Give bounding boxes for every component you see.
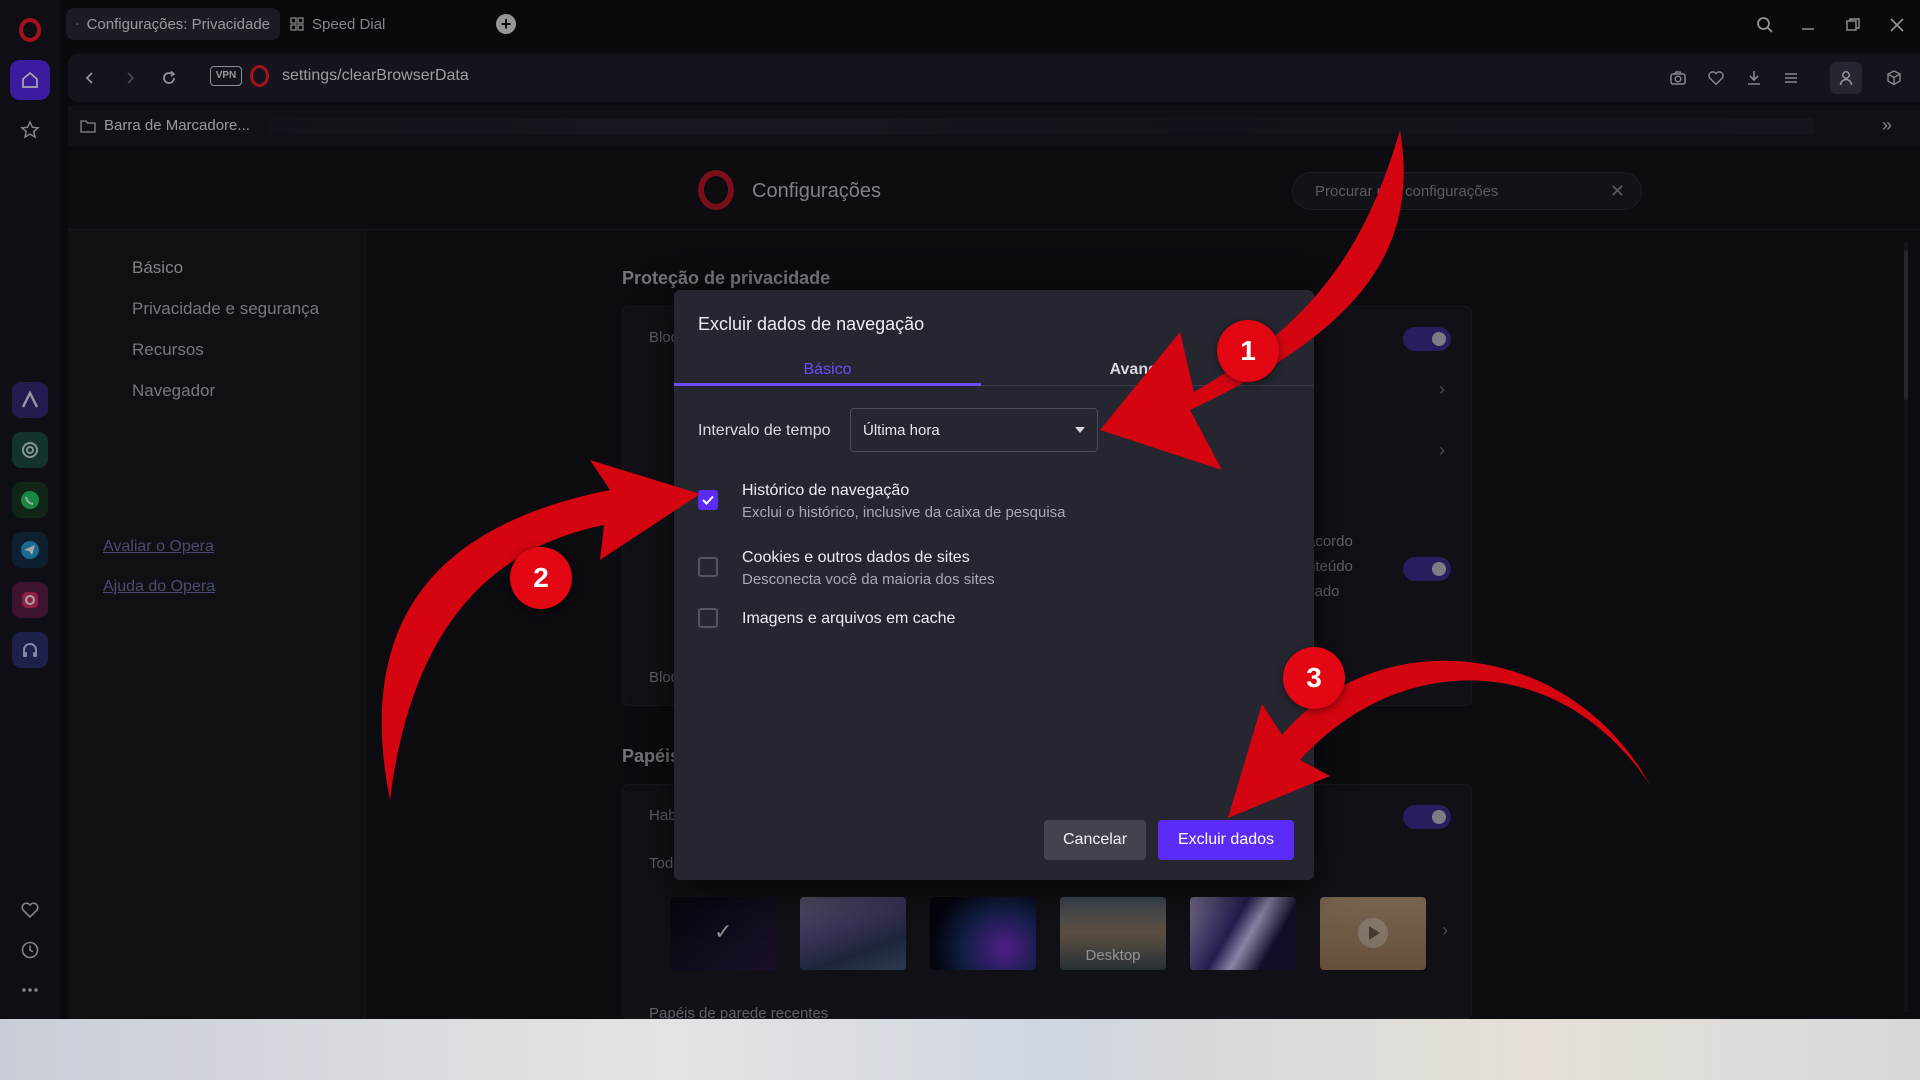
cancel-button[interactable]: Cancelar (1044, 820, 1146, 860)
tab-basic[interactable]: Básico (674, 350, 981, 386)
cookies-option-title: Cookies e outros dados de sites (742, 549, 970, 566)
history-option-title: Histórico de navegação (742, 482, 910, 499)
time-range-value: Última hora (863, 422, 940, 439)
desktop-background-strip (0, 1019, 1920, 1080)
cookies-checkbox[interactable] (698, 557, 718, 577)
history-checkbox[interactable] (698, 490, 718, 510)
clear-browsing-data-dialog: Excluir dados de navegação Básico Avança… (674, 290, 1314, 880)
cookies-option-subtitle: Desconecta você da maioria dos sites (742, 571, 995, 588)
time-range-label: Intervalo de tempo (698, 422, 831, 439)
history-option-subtitle: Exclui o histórico, inclusive da caixa d… (742, 504, 1066, 521)
annotation-badge-1: 1 (1217, 320, 1279, 382)
dialog-title: Excluir dados de navegação (698, 314, 925, 334)
cache-checkbox[interactable] (698, 608, 718, 628)
annotation-badge-2: 2 (510, 547, 572, 609)
check-icon (702, 495, 714, 505)
browser-window: Configurações: Privacidade Speed Dial + (0, 0, 1920, 1019)
caret-down-icon (1075, 427, 1085, 433)
time-range-select[interactable]: Última hora (850, 408, 1098, 452)
delete-data-button[interactable]: Excluir dados (1158, 820, 1294, 860)
annotation-badge-3: 3 (1283, 647, 1345, 709)
cache-option-title: Imagens e arquivos em cache (742, 610, 956, 627)
